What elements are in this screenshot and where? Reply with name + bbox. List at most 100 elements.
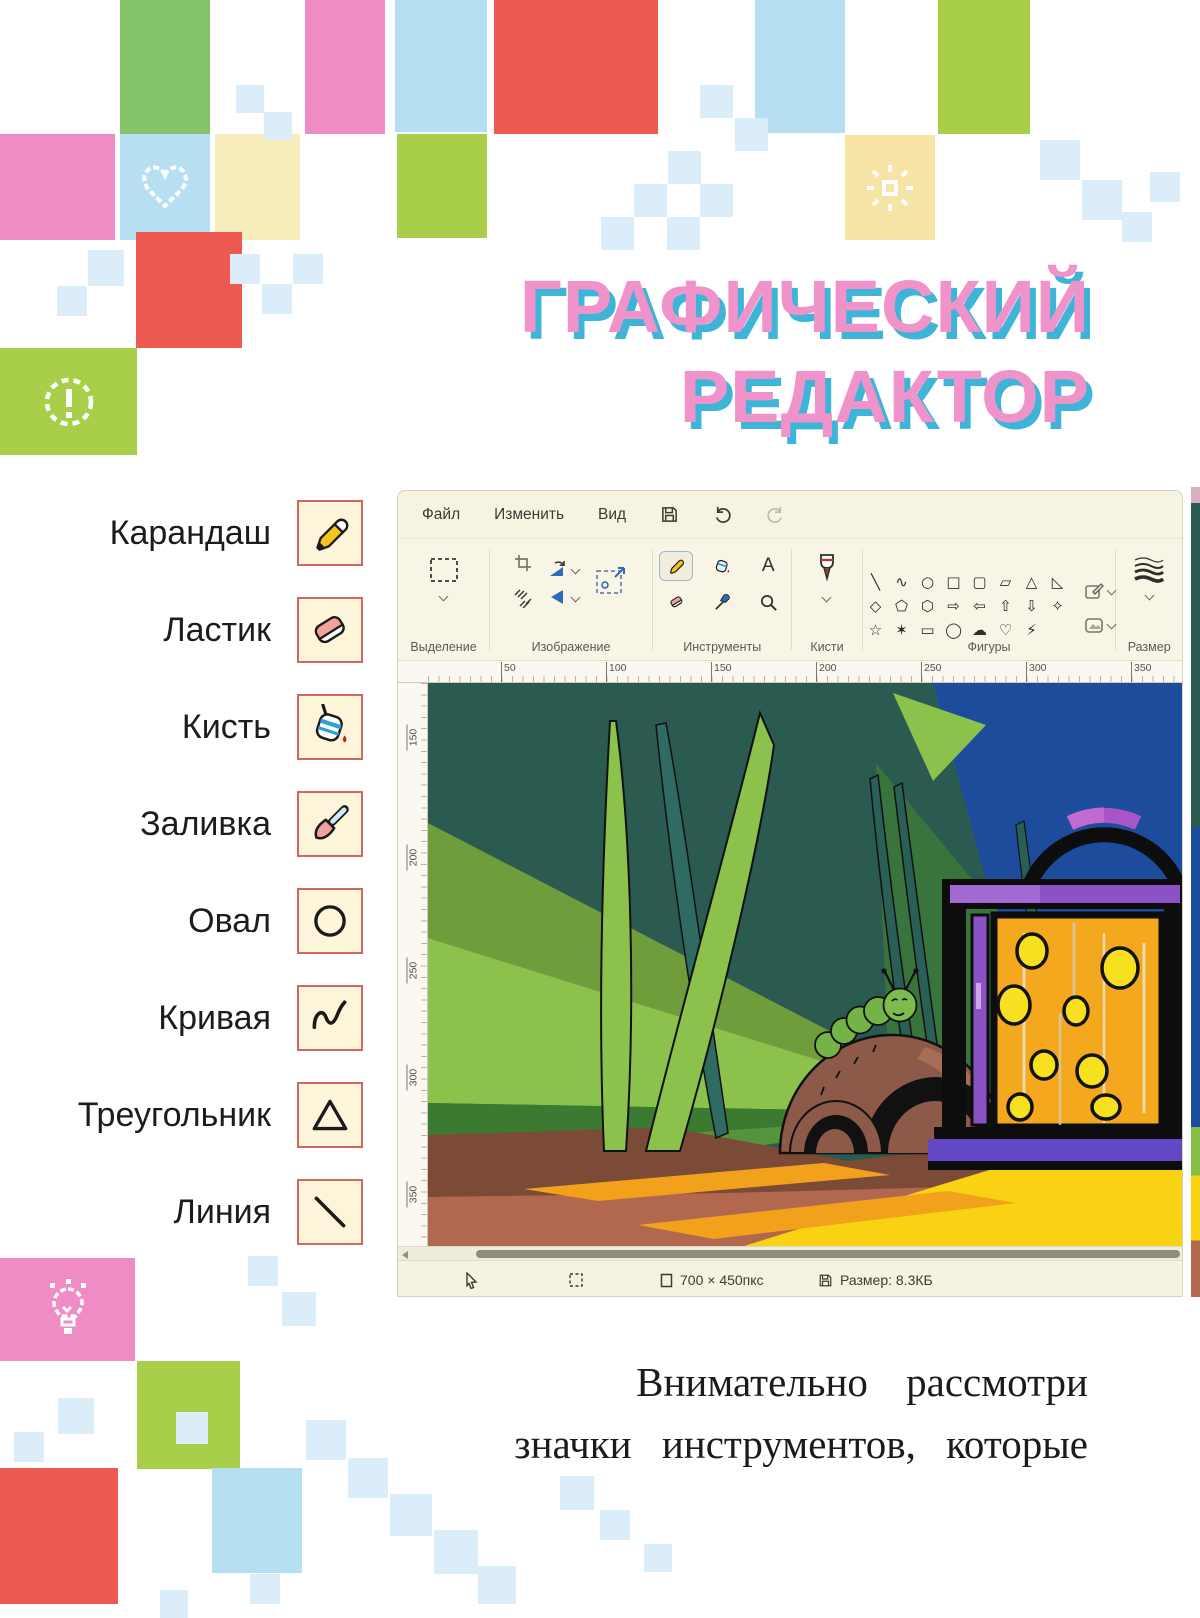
shape-item[interactable]: ⇩ xyxy=(1018,594,1044,618)
pixel-decoration xyxy=(560,1476,594,1510)
pixel-block xyxy=(136,232,242,348)
triangle-icon xyxy=(297,1082,363,1148)
redo-icon[interactable] xyxy=(766,505,785,524)
shape-item[interactable]: ▢ xyxy=(966,570,992,594)
vertical-ruler: 150 200 250 300 350 xyxy=(398,683,428,1246)
horizontal-scrollbar[interactable] xyxy=(398,1246,1183,1260)
shape-item[interactable]: ✶ xyxy=(888,618,914,642)
shapes-grid: ╲∿○□▢▱△◺ ◇⬠⬡⇨⇦⇧⇩✧ ☆✶▭◯☁♡⚡ xyxy=(862,570,1070,642)
menu-view[interactable]: Вид xyxy=(598,506,626,524)
shape-item[interactable]: △ xyxy=(1018,570,1044,594)
pixel-block xyxy=(0,134,115,240)
legend-item-triangle: Треугольник xyxy=(85,1082,363,1148)
shape-item[interactable]: ☁ xyxy=(966,618,992,642)
scrollbar-thumb[interactable] xyxy=(476,1250,1180,1258)
tool-label: Кисть xyxy=(182,708,271,747)
eyedropper-tool[interactable] xyxy=(705,587,739,617)
group-brushes: Кисти xyxy=(792,539,861,660)
shape-fill-button[interactable] xyxy=(1084,616,1115,634)
pixel-block xyxy=(305,0,385,134)
chevron-down-icon[interactable] xyxy=(571,592,581,602)
group-size: Размер xyxy=(1116,539,1182,660)
crop-icon[interactable] xyxy=(513,553,533,578)
pixel-block xyxy=(120,0,210,134)
tool-label: Треугольник xyxy=(78,1096,271,1135)
tool-label: Карандаш xyxy=(110,514,271,553)
chevron-down-icon[interactable] xyxy=(439,592,449,602)
pixel-decoration xyxy=(282,1292,316,1326)
shape-item[interactable]: □ xyxy=(940,570,966,594)
ruler-label: 150 xyxy=(407,725,420,751)
fill-tool[interactable] xyxy=(705,551,739,581)
shape-item[interactable]: ⚡ xyxy=(1018,618,1044,642)
pixel-decoration xyxy=(1040,140,1080,180)
chevron-down-icon[interactable] xyxy=(1144,591,1154,601)
shape-item[interactable]: ⬠ xyxy=(888,594,914,618)
pixel-decoration xyxy=(600,1510,630,1540)
shape-item[interactable]: ✧ xyxy=(1044,594,1070,618)
drawing-canvas[interactable] xyxy=(428,683,1183,1246)
menu-edit[interactable]: Изменить xyxy=(494,506,564,524)
shape-item[interactable]: ╲ xyxy=(862,570,888,594)
group-shapes: ╲∿○□▢▱△◺ ◇⬠⬡⇨⇦⇧⇩✧ ☆✶▭◯☁♡⚡ Фигуры xyxy=(862,539,1115,660)
selection-tool[interactable] xyxy=(427,555,461,585)
file-size-value: Размер: 8.3КБ xyxy=(840,1272,933,1288)
eraser-tool[interactable] xyxy=(659,587,693,617)
shape-item[interactable]: ⬡ xyxy=(914,594,940,618)
canvas-dimensions-value: 700 × 450пкс xyxy=(680,1272,764,1288)
chevron-down-icon[interactable] xyxy=(822,593,832,603)
shape-item[interactable]: ○ xyxy=(914,570,940,594)
shape-item[interactable]: ⇧ xyxy=(992,594,1018,618)
resize-image-icon[interactable] xyxy=(593,563,629,604)
tool-legend: Карандаш Ластик Кисть xyxy=(85,500,363,1276)
ruler-label: 200 xyxy=(407,845,420,871)
brush-tool[interactable] xyxy=(817,553,837,588)
pencil-tool[interactable] xyxy=(659,551,693,581)
shape-item[interactable]: ⇦ xyxy=(966,594,992,618)
save-icon[interactable] xyxy=(660,505,679,524)
group-label: Изображение xyxy=(490,640,652,654)
resize-icon[interactable] xyxy=(513,588,533,613)
caterpillar-lantern-artwork xyxy=(428,683,1183,1246)
pixel-decoration xyxy=(262,284,292,314)
shape-item[interactable]: ♡ xyxy=(992,618,1018,642)
rotate-icon[interactable] xyxy=(547,559,579,579)
shape-outline-button[interactable] xyxy=(1084,582,1115,600)
pixel-decoration xyxy=(248,1256,278,1286)
shape-item[interactable]: ◺ xyxy=(1044,570,1070,594)
pencil-icon xyxy=(297,500,363,566)
shape-item[interactable]: ⇨ xyxy=(940,594,966,618)
pixel-decoration xyxy=(434,1530,478,1574)
pixel-decoration xyxy=(390,1494,432,1536)
pixel-decoration xyxy=(58,1398,94,1434)
flip-icon[interactable] xyxy=(547,587,579,607)
ruler-label: 150 xyxy=(711,662,732,682)
scroll-left-icon[interactable] xyxy=(402,1251,408,1259)
stroke-size-icon[interactable] xyxy=(1132,555,1166,588)
shape-item[interactable]: ◇ xyxy=(862,594,888,618)
pixel-decoration xyxy=(230,254,260,284)
pixel-decoration xyxy=(348,1458,388,1498)
page-edge-sliver xyxy=(1191,487,1200,1297)
paint-window: Файл Изменить Вид Выделение xyxy=(397,490,1183,1297)
tool-label: Заливка xyxy=(140,805,271,844)
shape-item[interactable]: ◯ xyxy=(940,618,966,642)
legend-item-fill-label: Заливка xyxy=(85,791,363,857)
selection-size-icon xyxy=(568,1261,584,1297)
text-tool[interactable]: A xyxy=(751,551,785,581)
pixel-decoration xyxy=(634,184,667,217)
shape-item[interactable]: ▱ xyxy=(992,570,1018,594)
shape-item[interactable]: ▭ xyxy=(914,618,940,642)
chevron-down-icon[interactable] xyxy=(571,564,581,574)
magnifier-tool[interactable] xyxy=(751,587,785,617)
ruler-label: 350 xyxy=(1131,662,1152,682)
canvas-dimensions: 700 × 450пкс xyxy=(660,1261,764,1297)
ruler-label: 250 xyxy=(407,958,420,984)
menu-bar: Файл Изменить Вид xyxy=(398,491,1182,539)
menu-file[interactable]: Файл xyxy=(422,506,460,524)
shape-item[interactable]: ∿ xyxy=(888,570,914,594)
undo-icon[interactable] xyxy=(713,505,732,524)
shape-item[interactable]: ☆ xyxy=(862,618,888,642)
ruler-label: 300 xyxy=(1026,662,1047,682)
pixel-decoration xyxy=(644,1544,672,1572)
